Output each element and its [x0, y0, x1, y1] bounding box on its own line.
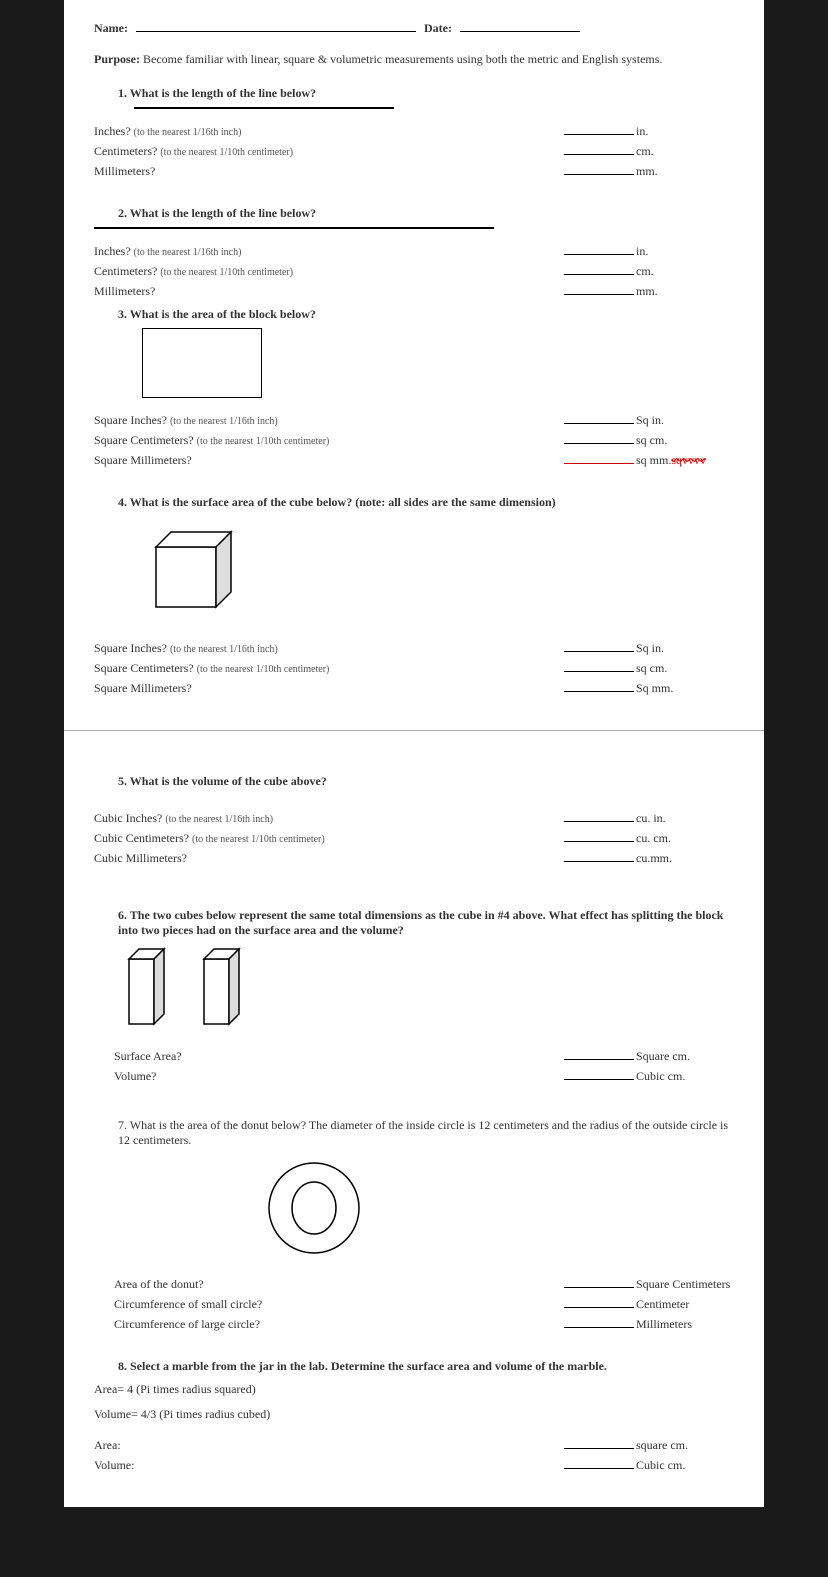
q4-sqcm-blank[interactable]: [564, 660, 634, 672]
q6-vol-blank[interactable]: [564, 1068, 634, 1080]
q1-title: 1. What is the length of the line below?: [118, 86, 734, 101]
q1-inches-row: Inches? (to the nearest 1/16th inch) in.: [94, 123, 734, 139]
q1-in-blank[interactable]: [564, 123, 634, 135]
q2-measure-line: [94, 227, 494, 229]
q5-cuin-blank[interactable]: [564, 810, 634, 822]
q3-rectangle-shape: [142, 328, 262, 398]
date-label: Date:: [424, 21, 452, 36]
q4-sqin-blank[interactable]: [564, 640, 634, 652]
q3-sqmm-blank[interactable]: [564, 452, 634, 464]
q7-donut-shape: [264, 1158, 364, 1258]
q1-cm-blank[interactable]: [564, 143, 634, 155]
q4-sqmm-blank[interactable]: [564, 680, 634, 692]
q3-sqcm-blank[interactable]: [564, 432, 634, 444]
name-label: Name:: [94, 21, 128, 36]
q2-in-blank[interactable]: [564, 243, 634, 255]
name-blank[interactable]: [136, 20, 416, 32]
q6-title: 6. The two cubes below represent the sam…: [118, 908, 734, 938]
q3-sqmm-unit: sq mm.sqvvvv: [636, 453, 706, 468]
q7-csmall-blank[interactable]: [564, 1296, 634, 1308]
q6-prisms: [124, 944, 734, 1034]
q5-cucm-blank[interactable]: [564, 830, 634, 842]
q8-formula2: Volume= 4/3 (Pi times radius cubed): [94, 1407, 734, 1422]
q6-sa-blank[interactable]: [564, 1048, 634, 1060]
q7-clarge-blank[interactable]: [564, 1316, 634, 1328]
date-blank[interactable]: [460, 20, 580, 32]
q2-mm-blank[interactable]: [564, 283, 634, 295]
q1-cm-row: Centimeters? (to the nearest 1/10th cent…: [94, 143, 734, 159]
q1-mm-row: Millimeters? mm.: [94, 163, 734, 179]
q8-area-blank[interactable]: [564, 1437, 634, 1449]
q4-cube-shape: [146, 522, 256, 622]
purpose-text: Purpose: Become familiar with linear, sq…: [94, 50, 734, 68]
q1-mm-blank[interactable]: [564, 163, 634, 175]
q1-measure-line: [134, 107, 394, 109]
document-page: Name: Date: Purpose: Become familiar wit…: [64, 0, 764, 1507]
q3-sqin-blank[interactable]: [564, 412, 634, 424]
q8-title: 8. Select a marble from the jar in the l…: [118, 1359, 734, 1374]
q8-formula1: Area= 4 (Pi times radius squared): [94, 1382, 734, 1397]
q3-title: 3. What is the area of the block below?: [118, 307, 734, 322]
q2-cm-blank[interactable]: [564, 263, 634, 275]
q7-title: 7. What is the area of the donut below? …: [118, 1118, 734, 1148]
q7-area-blank[interactable]: [564, 1276, 634, 1288]
header-row: Name: Date:: [94, 20, 734, 36]
q2-title: 2. What is the length of the line below?: [118, 206, 734, 221]
q8-vol-blank[interactable]: [564, 1457, 634, 1469]
q4-title: 4. What is the surface area of the cube …: [118, 495, 734, 510]
q5-title: 5. What is the volume of the cube above?: [118, 774, 734, 789]
q5-cumm-blank[interactable]: [564, 850, 634, 862]
